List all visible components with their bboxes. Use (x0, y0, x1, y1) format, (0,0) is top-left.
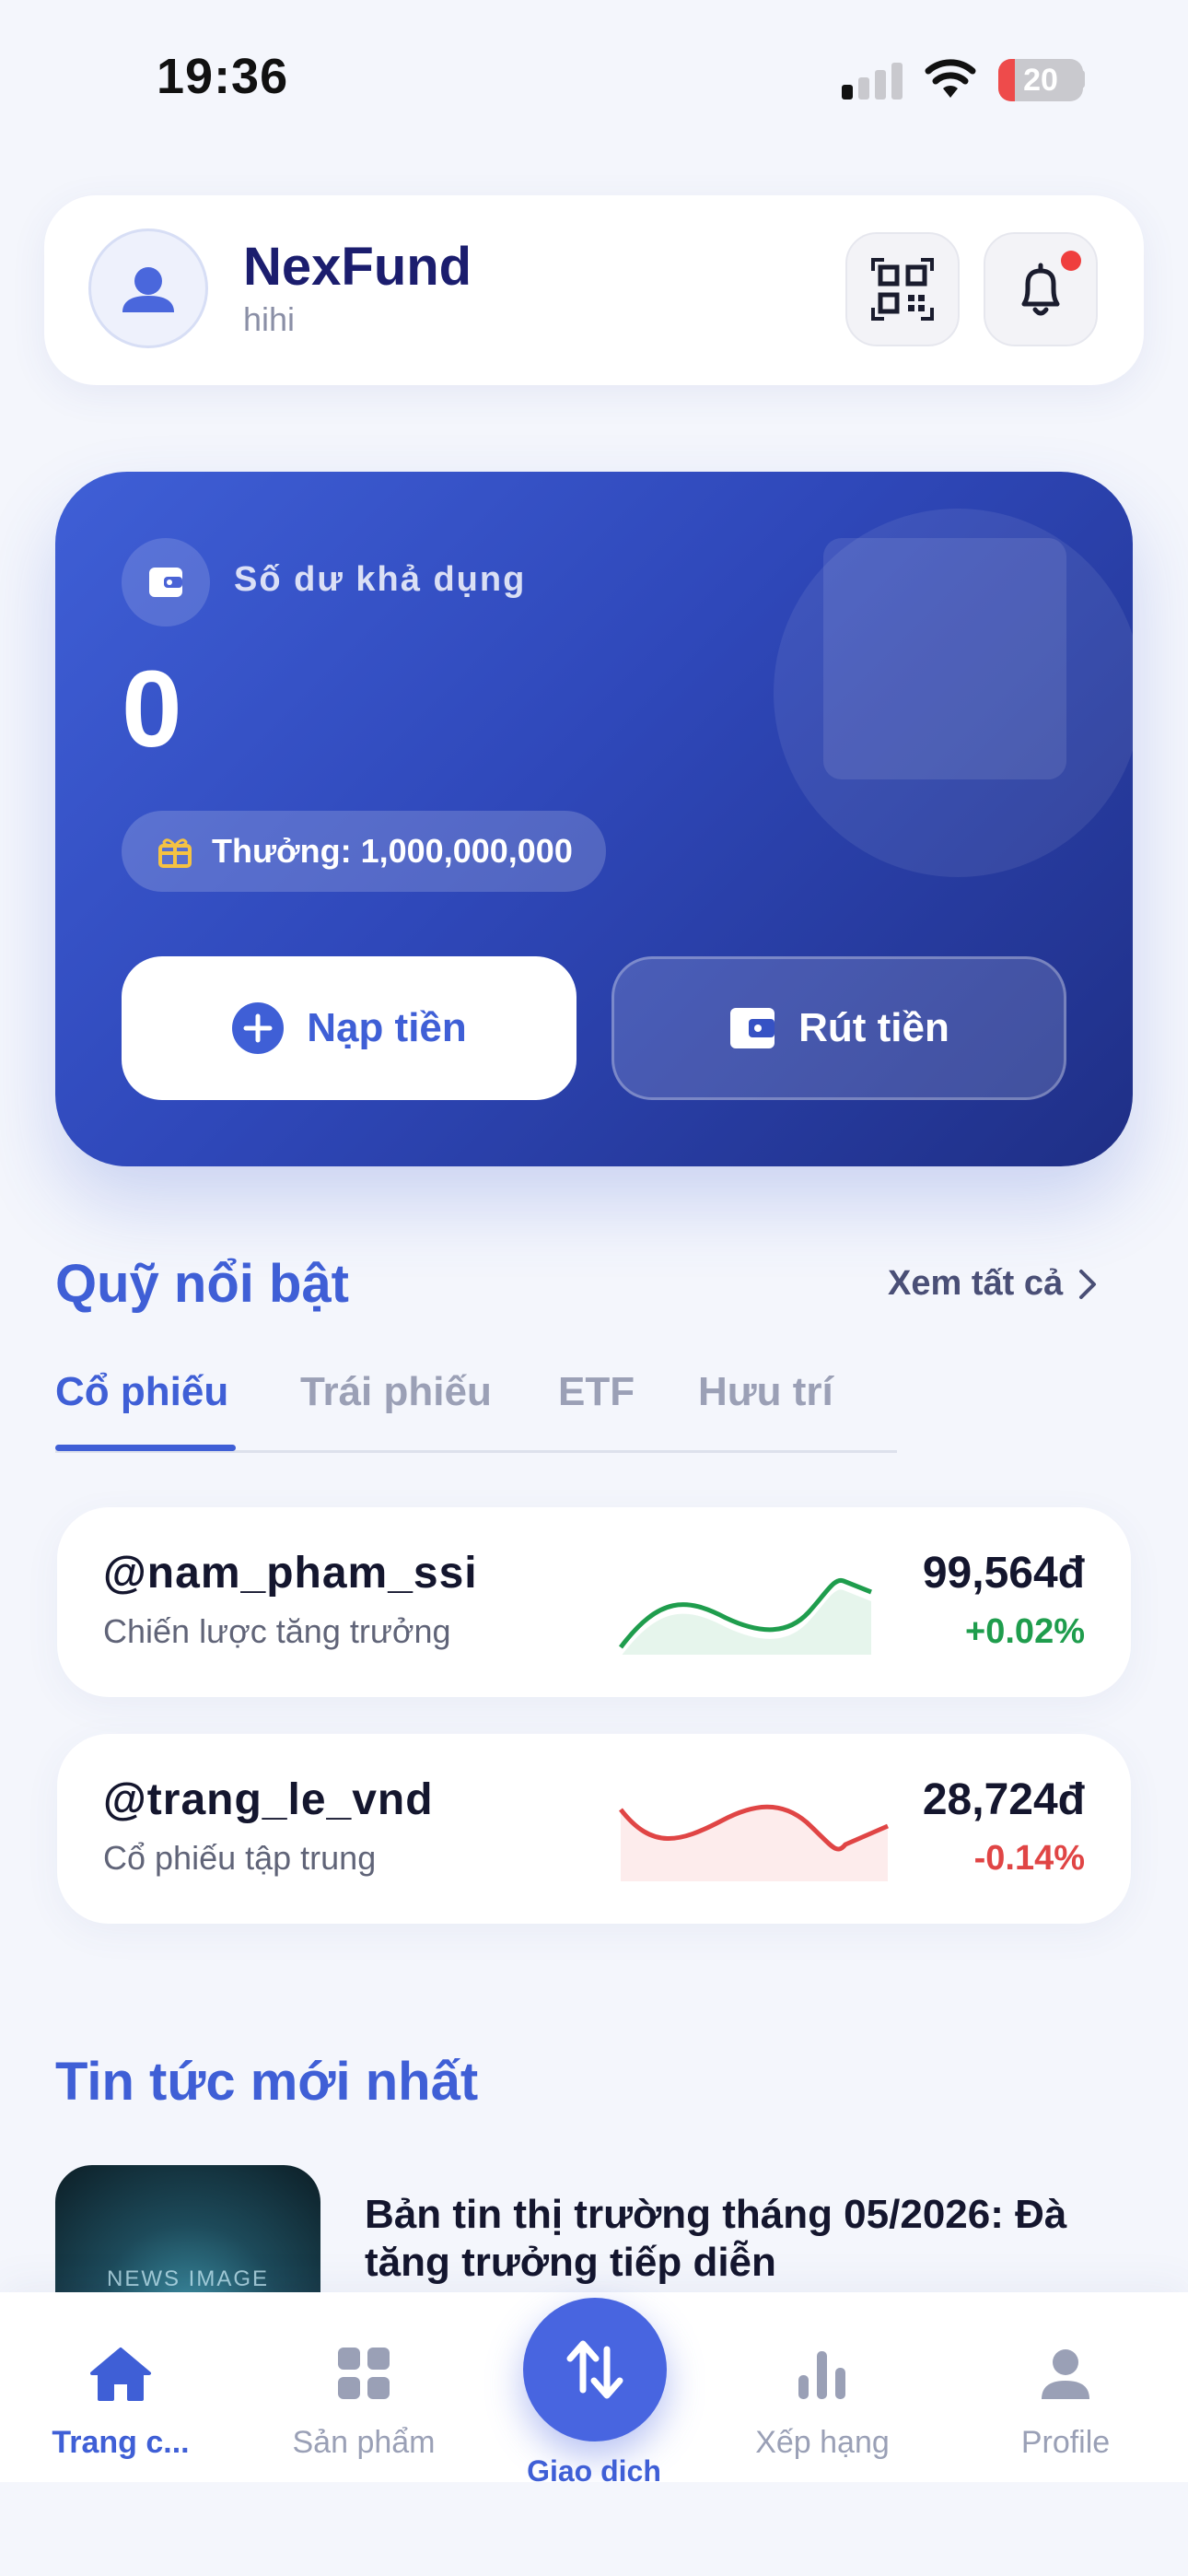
nav-home[interactable]: Trang c... (2, 2292, 239, 2482)
wifi-icon (925, 59, 976, 98)
battery-indicator: 20 (998, 59, 1083, 101)
nav-label: Xếp hạng (755, 2425, 890, 2460)
gift-icon (158, 838, 192, 868)
fund-price: 28,724đ (922, 1775, 1085, 1824)
qr-code-icon (871, 258, 934, 321)
notification-badge (1061, 251, 1081, 271)
header-card: NexFund hihi (44, 195, 1144, 385)
nav-label: Trang c... (52, 2425, 190, 2460)
fund-price: 99,564đ (922, 1549, 1085, 1598)
decorative-square (823, 538, 1066, 779)
fund-change: -0.14% (973, 1839, 1085, 1878)
featured-funds-title: Quỹ nổi bật (55, 1254, 349, 1314)
deposit-label: Nạp tiền (307, 1005, 467, 1050)
avatar[interactable] (88, 228, 208, 348)
fund-change: +0.02% (965, 1612, 1085, 1651)
fund-card[interactable]: @trang_le_vnd Cổ phiếu tập trung 28,724đ… (57, 1734, 1131, 1924)
wallet-icon (149, 568, 182, 597)
bonus-text: Thưởng: 1,000,000,000 (212, 832, 573, 870)
nav-products[interactable]: Sản phẩm (245, 2292, 483, 2482)
chevron-right-icon (1079, 1269, 1097, 1299)
bonus-badge: Thưởng: 1,000,000,000 (122, 811, 606, 892)
fund-description: Cổ phiếu tập trung (103, 1839, 377, 1877)
tab-stocks[interactable]: Cổ phiếu (55, 1369, 228, 1415)
news-thumbnail-label: NEWS IMAGE (106, 2266, 269, 2291)
home-indicator-area (0, 2482, 1188, 2576)
balance-card: Số dư khả dụng 0 Thưởng: 1,000,000,000 N… (55, 472, 1133, 1166)
withdraw-label: Rút tiền (798, 1005, 949, 1050)
withdraw-button[interactable]: Rút tiền (611, 956, 1066, 1100)
fund-description: Chiến lược tăng trưởng (103, 1612, 451, 1650)
battery-level: 20 (1023, 63, 1058, 98)
trade-button[interactable] (523, 2298, 667, 2441)
qr-scan-button[interactable] (845, 232, 960, 346)
bar-chart-icon (798, 2351, 845, 2399)
home-icon (90, 2348, 151, 2401)
nav-label: Sản phẩm (292, 2425, 436, 2460)
cellular-signal-icon (842, 63, 903, 100)
transfer-icon (566, 2340, 623, 2399)
plus-circle-icon (232, 1002, 285, 1054)
nav-ranking[interactable]: Xếp hạng (704, 2292, 941, 2482)
app-name: NexFund (243, 237, 472, 297)
tab-bonds[interactable]: Trái phiếu (300, 1369, 492, 1415)
username: hihi (243, 300, 296, 338)
balance-amount: 0 (122, 649, 182, 770)
see-all-link[interactable]: Xem tất cả (888, 1264, 1098, 1304)
news-headline[interactable]: Bản tin thị trường tháng 05/2026: Đà tăn… (365, 2191, 1147, 2287)
nav-profile[interactable]: Profile (947, 2292, 1184, 2482)
status-time: 19:36 (157, 49, 289, 104)
user-icon (1042, 2349, 1089, 2399)
see-all-label: Xem tất cả (888, 1264, 1064, 1303)
notifications-button[interactable] (984, 232, 1098, 346)
fund-name: @nam_pham_ssi (103, 1549, 478, 1598)
sparkline-up (619, 1577, 872, 1655)
deposit-button[interactable]: Nạp tiền (122, 956, 577, 1100)
battery-cap (1079, 70, 1085, 88)
sparkline-down (619, 1804, 889, 1881)
user-icon (122, 267, 174, 312)
balance-label: Số dư khả dụng (234, 560, 527, 599)
bell-icon (1021, 263, 1060, 316)
fund-name: @trang_le_vnd (103, 1775, 434, 1824)
grid-icon (338, 2348, 390, 2399)
latest-news-title: Tin tức mới nhất (55, 2052, 479, 2112)
tab-etf[interactable]: ETF (558, 1369, 635, 1415)
active-tab-indicator (55, 1445, 236, 1451)
nav-label: Profile (1020, 2425, 1111, 2460)
wallet-icon-chip (122, 538, 210, 626)
tab-retirement[interactable]: Hưu trí (698, 1369, 833, 1415)
wallet-icon (730, 1008, 775, 1048)
fund-card[interactable]: @nam_pham_ssi Chiến lược tăng trưởng 99,… (57, 1507, 1131, 1697)
